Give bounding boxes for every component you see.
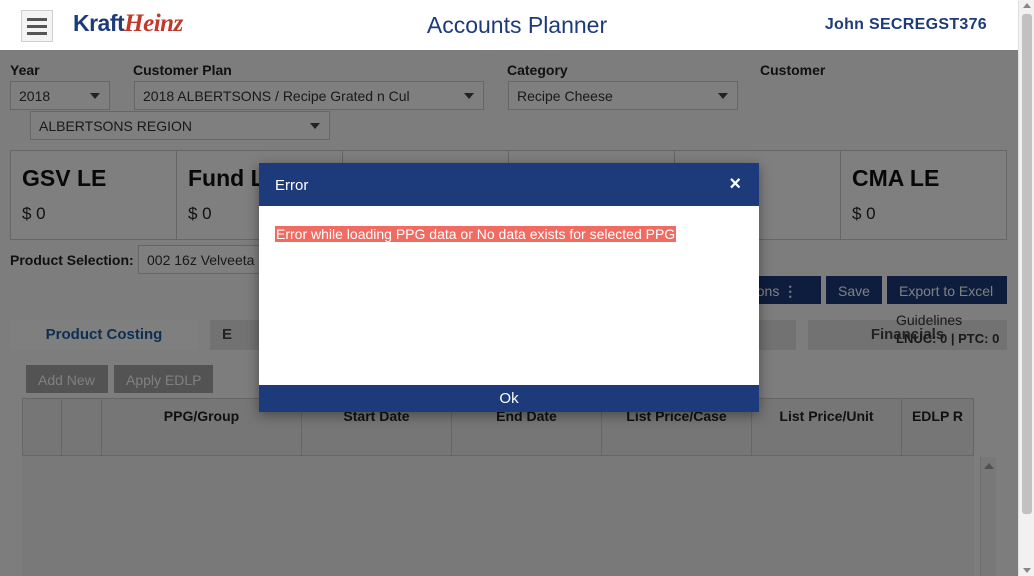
dialog-header: Error × [259, 163, 759, 206]
scroll-up-icon[interactable] [1023, 3, 1031, 8]
dialog-title: Error [275, 177, 309, 194]
error-message: Error while loading PPG data or No data … [275, 226, 677, 242]
error-dialog: Error × Error while loading PPG data or … [259, 163, 759, 412]
page-scrollbar[interactable] [1018, 0, 1034, 576]
close-icon[interactable]: × [729, 173, 741, 196]
user-name[interactable]: John SECREGST376 [825, 16, 987, 34]
ok-button[interactable]: Ok [259, 385, 759, 412]
scrollbar-thumb[interactable] [1022, 14, 1032, 514]
scroll-down-icon[interactable] [1023, 568, 1031, 573]
app-header: KraftHeinz Accounts Planner John SECREGS… [0, 0, 1018, 50]
dialog-body: Error while loading PPG data or No data … [259, 206, 759, 385]
